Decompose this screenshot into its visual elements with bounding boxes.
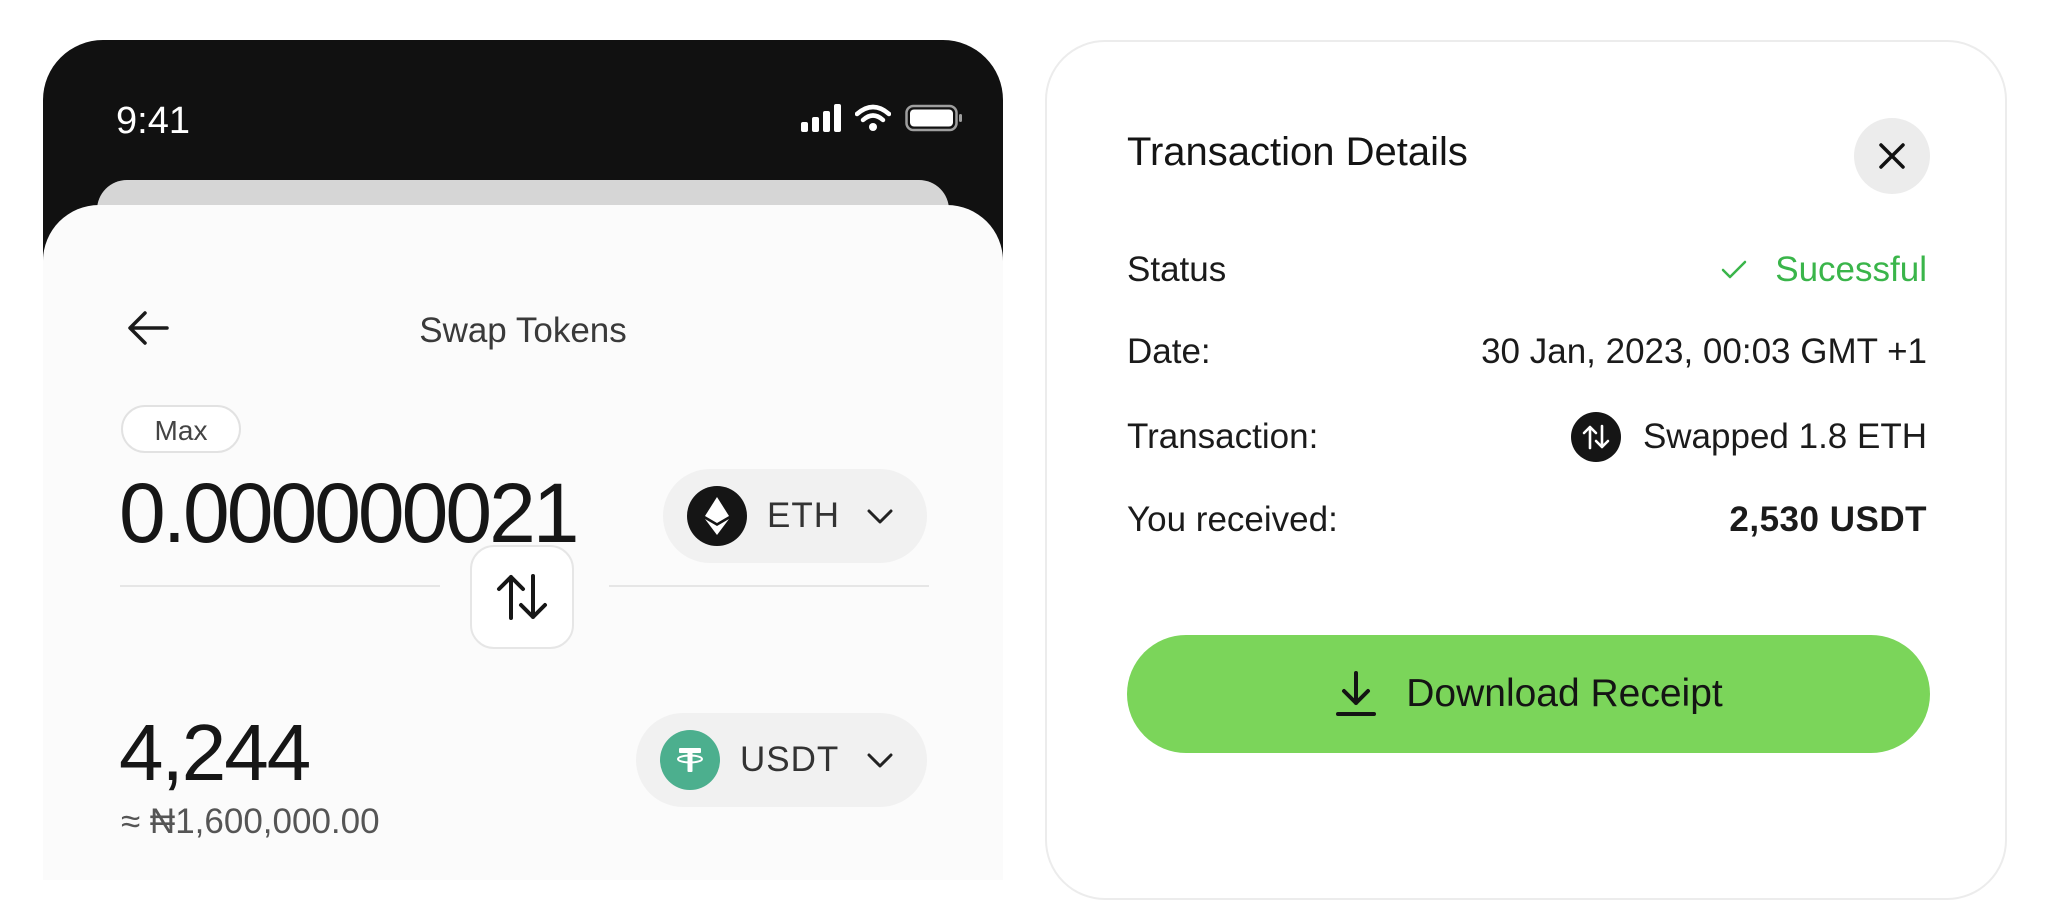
download-icon	[1336, 671, 1377, 716]
transaction-label: Transaction:	[1127, 417, 1319, 456]
date-label: Date:	[1127, 332, 1211, 371]
date-row: Date: 30 Jan, 2023, 00:03 GMT +1	[1127, 332, 1927, 372]
received-row: You received: 2,530 USDT	[1127, 500, 1927, 540]
from-token-selector[interactable]: ETH	[663, 469, 927, 563]
status-bar-time: 9:41	[116, 100, 190, 142]
usdt-token-icon	[660, 730, 720, 790]
status-row: Status Sucessful	[1127, 250, 1927, 290]
close-button[interactable]	[1854, 118, 1930, 194]
transaction-details-card: Transaction Details Status Sucessful Dat…	[1045, 40, 2007, 900]
swap-arrows-icon	[1570, 412, 1621, 462]
transaction-row: Transaction: Swapped 1.8 ETH	[1127, 412, 1927, 462]
date-value: 30 Jan, 2023, 00:03 GMT +1	[1481, 332, 1927, 371]
phone-mockup: 9:41 Swap Tokens Max 0.000000021 ETH 4,2…	[43, 40, 1003, 880]
to-amount-value: 4,244	[119, 708, 311, 797]
signal-icon	[801, 104, 841, 132]
page-title: Swap Tokens	[419, 311, 627, 350]
max-button[interactable]: Max	[121, 405, 241, 453]
chevron-down-icon	[867, 509, 893, 524]
status-value: Sucessful	[1721, 250, 1927, 290]
received-value: 2,530 USDT	[1729, 500, 1927, 539]
eth-token-icon	[687, 486, 747, 546]
transaction-value: Swapped 1.8 ETH	[1570, 412, 1927, 462]
status-label: Status	[1127, 250, 1227, 289]
wifi-icon	[855, 104, 891, 131]
close-icon	[1879, 143, 1905, 169]
download-receipt-button[interactable]: Download Receipt	[1127, 635, 1930, 753]
chevron-down-icon	[867, 753, 893, 768]
divider-left	[120, 585, 440, 587]
received-label: You received:	[1127, 500, 1338, 539]
download-receipt-label: Download Receipt	[1406, 672, 1723, 715]
fiat-equivalent: ≈ ₦1,600,000.00	[121, 802, 380, 841]
swap-arrows-icon	[497, 574, 547, 620]
transaction-text: Swapped 1.8 ETH	[1642, 417, 1927, 456]
swap-direction-button[interactable]	[470, 545, 574, 649]
to-token-label: USDT	[740, 740, 840, 779]
divider-right	[609, 585, 929, 587]
to-token-selector[interactable]: USDT	[636, 713, 927, 807]
card-title: Transaction Details	[1127, 130, 1468, 174]
from-token-label: ETH	[767, 496, 840, 535]
battery-icon	[905, 104, 962, 132]
check-icon	[1722, 260, 1747, 279]
status-text: Sucessful	[1775, 250, 1927, 289]
swap-sheet: Swap Tokens Max 0.000000021 ETH 4,244 ≈ …	[43, 205, 1003, 880]
status-bar-icons	[801, 104, 963, 132]
